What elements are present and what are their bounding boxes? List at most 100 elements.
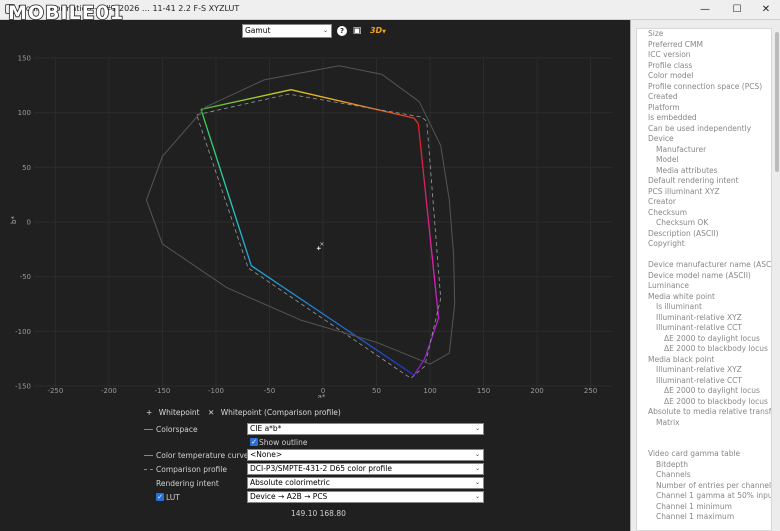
properties-tree[interactable]: Size Preferred CMM ICC version Profile clas…	[636, 28, 772, 531]
cross-icon: ✕	[208, 408, 215, 417]
property-item[interactable]	[637, 428, 771, 439]
x-tick-label: -100	[208, 387, 224, 395]
chart-ticks: -250 -200 -150 -100 -50 0 50 100 150 200 250 150 100…	[15, 55, 597, 396]
property-item[interactable]: Channels	[637, 470, 771, 481]
property-item[interactable]: Media attributes	[637, 166, 771, 177]
property-item[interactable]: Device manufacturer name (ASCII)	[637, 260, 771, 271]
y-tick-label: 0	[27, 219, 31, 227]
property-item[interactable]: Illuminant-relative CCT	[637, 376, 771, 387]
property-item[interactable]: Profile class	[637, 61, 771, 72]
property-item[interactable]: Color model	[637, 71, 771, 82]
y-tick-label: -50	[20, 273, 31, 281]
maximize-button[interactable]: ☐	[722, 1, 752, 19]
property-item[interactable]: Bitdepth	[637, 460, 771, 471]
property-item[interactable]: Created	[637, 92, 771, 103]
color-temp-value: <None>	[250, 450, 283, 459]
show-outline-checkbox[interactable]: ✓	[250, 438, 258, 446]
property-item[interactable]: Preferred CMM	[637, 40, 771, 51]
lut-value: Device → A2B → PCS	[250, 492, 328, 501]
property-item[interactable]: Illuminant-relative XYZ	[637, 313, 771, 324]
properties-scrollbar[interactable]	[775, 32, 779, 172]
property-item[interactable]: Checksum OK	[637, 218, 771, 229]
property-item[interactable]: Number of entries per channel	[637, 481, 771, 492]
line-sample	[144, 455, 153, 456]
property-item[interactable]: Platform	[637, 103, 771, 114]
rendering-value: Absolute colorimetric	[250, 478, 330, 487]
gamut-line-right	[413, 123, 440, 376]
property-item[interactable]: Device model name (ASCII)	[637, 271, 771, 282]
x-tick-label: 200	[530, 387, 543, 395]
lut-label: LUT	[166, 493, 180, 502]
property-item[interactable]: Channel 1 minimum	[637, 502, 771, 513]
cursor-coordinates: 149.10 168.80	[291, 509, 346, 518]
lut-checkbox[interactable]: ✓	[156, 493, 164, 501]
x-tick-label: -200	[101, 387, 117, 395]
property-item[interactable]: Default rendering intent	[637, 176, 771, 187]
property-item[interactable]: Creator	[637, 197, 771, 208]
property-item[interactable]: ΔE 2000 to blackbody locus	[637, 397, 771, 408]
x-tick-label: 100	[423, 387, 436, 395]
colorspace-select[interactable]: CIE a*b* ⌄	[247, 423, 484, 435]
property-item[interactable]: Model	[637, 155, 771, 166]
property-item[interactable]: Can be used independently	[637, 124, 771, 135]
gamut-outline	[145, 65, 456, 365]
chevron-down-icon: ⌄	[474, 451, 480, 458]
x-tick-label: 150	[477, 387, 490, 395]
color-temp-select[interactable]: <None> ⌄	[247, 449, 484, 461]
show-outline-label: Show outline	[259, 438, 308, 447]
threed-view-button[interactable]: 3D▼	[368, 25, 388, 37]
property-item[interactable]: Matrix	[637, 418, 771, 429]
chart-grid	[34, 57, 612, 387]
gamut-chart[interactable]: -250 -200 -150 -100 -50 0 50 100 150 200 250 150 100…	[0, 48, 630, 398]
lut-select[interactable]: Device → A2B → PCS ⌄	[247, 491, 484, 503]
property-item[interactable]: ΔE 2000 to daylight locus	[637, 386, 771, 397]
close-button[interactable]: ✕	[751, 1, 780, 19]
property-item[interactable]: Manufacturer	[637, 145, 771, 156]
property-item[interactable]: ΔE 2000 to blackbody locus	[637, 344, 771, 355]
y-tick-label: 100	[18, 109, 31, 117]
property-item[interactable]: Video card gamma table	[637, 449, 771, 460]
colorspace-label: Colorspace	[156, 425, 198, 434]
property-item[interactable]: Is illuminant	[637, 302, 771, 313]
property-item[interactable]: Copyright	[637, 239, 771, 250]
minimize-button[interactable]: —	[690, 1, 720, 19]
property-item[interactable]: PCS illuminant XYZ	[637, 187, 771, 198]
comparison-gamut-line	[196, 93, 442, 379]
property-item[interactable]	[637, 439, 771, 450]
chevron-down-icon: ⌄	[474, 479, 480, 486]
property-item[interactable]: Device	[637, 134, 771, 145]
property-item[interactable]: Profile connection space (PCS)	[637, 82, 771, 93]
property-item[interactable]: Description (ASCII)	[637, 229, 771, 240]
y-tick-label: -100	[15, 328, 31, 336]
plot-type-value: Gamut	[245, 26, 271, 35]
property-item[interactable]: Channel 1 maximum	[637, 512, 771, 523]
property-item[interactable]: ICC version	[637, 50, 771, 61]
help-icon[interactable]: ?	[337, 26, 347, 36]
property-item[interactable]: Absolute to media relative transform	[637, 407, 771, 418]
property-item[interactable]: Media black point	[637, 355, 771, 366]
comparison-select[interactable]: DCI-P3/SMPTE-431-2 D65 color profile ⌄	[247, 463, 484, 475]
property-item[interactable]: Luminance	[637, 281, 771, 292]
property-item[interactable]: Is embedded	[637, 113, 771, 124]
plot-type-select[interactable]: Gamut ⌄	[242, 24, 332, 38]
rendering-select[interactable]: Absolute colorimetric ⌄	[247, 477, 484, 489]
comparison-label: Comparison profile	[156, 465, 227, 474]
chevron-down-icon: ▼	[382, 29, 387, 35]
image-icon[interactable]: ▣	[351, 25, 363, 37]
property-item[interactable]: ΔE 2000 to daylight locus	[637, 334, 771, 345]
plus-icon: +	[146, 408, 153, 417]
x-tick-label: -150	[154, 387, 170, 395]
property-item[interactable]: Illuminant-relative XYZ	[637, 365, 771, 376]
x-tick-label: 50	[372, 387, 381, 395]
gamut-line-bottom	[250, 265, 415, 376]
property-item[interactable]: Illuminant-relative CCT	[637, 323, 771, 334]
property-item[interactable]: Channel 1 gamma at 50% input	[637, 491, 771, 502]
property-item[interactable]	[637, 250, 771, 261]
colorspace-value: CIE a*b*	[250, 424, 282, 433]
y-axis-label: b*	[10, 216, 18, 224]
property-item[interactable]: Checksum	[637, 208, 771, 219]
property-item[interactable]: Size	[637, 29, 771, 40]
property-item[interactable]: Media white point	[637, 292, 771, 303]
legend-comparison-label: Whitepoint (Comparison profile)	[220, 408, 341, 417]
chevron-down-icon: ⌄	[474, 425, 480, 432]
